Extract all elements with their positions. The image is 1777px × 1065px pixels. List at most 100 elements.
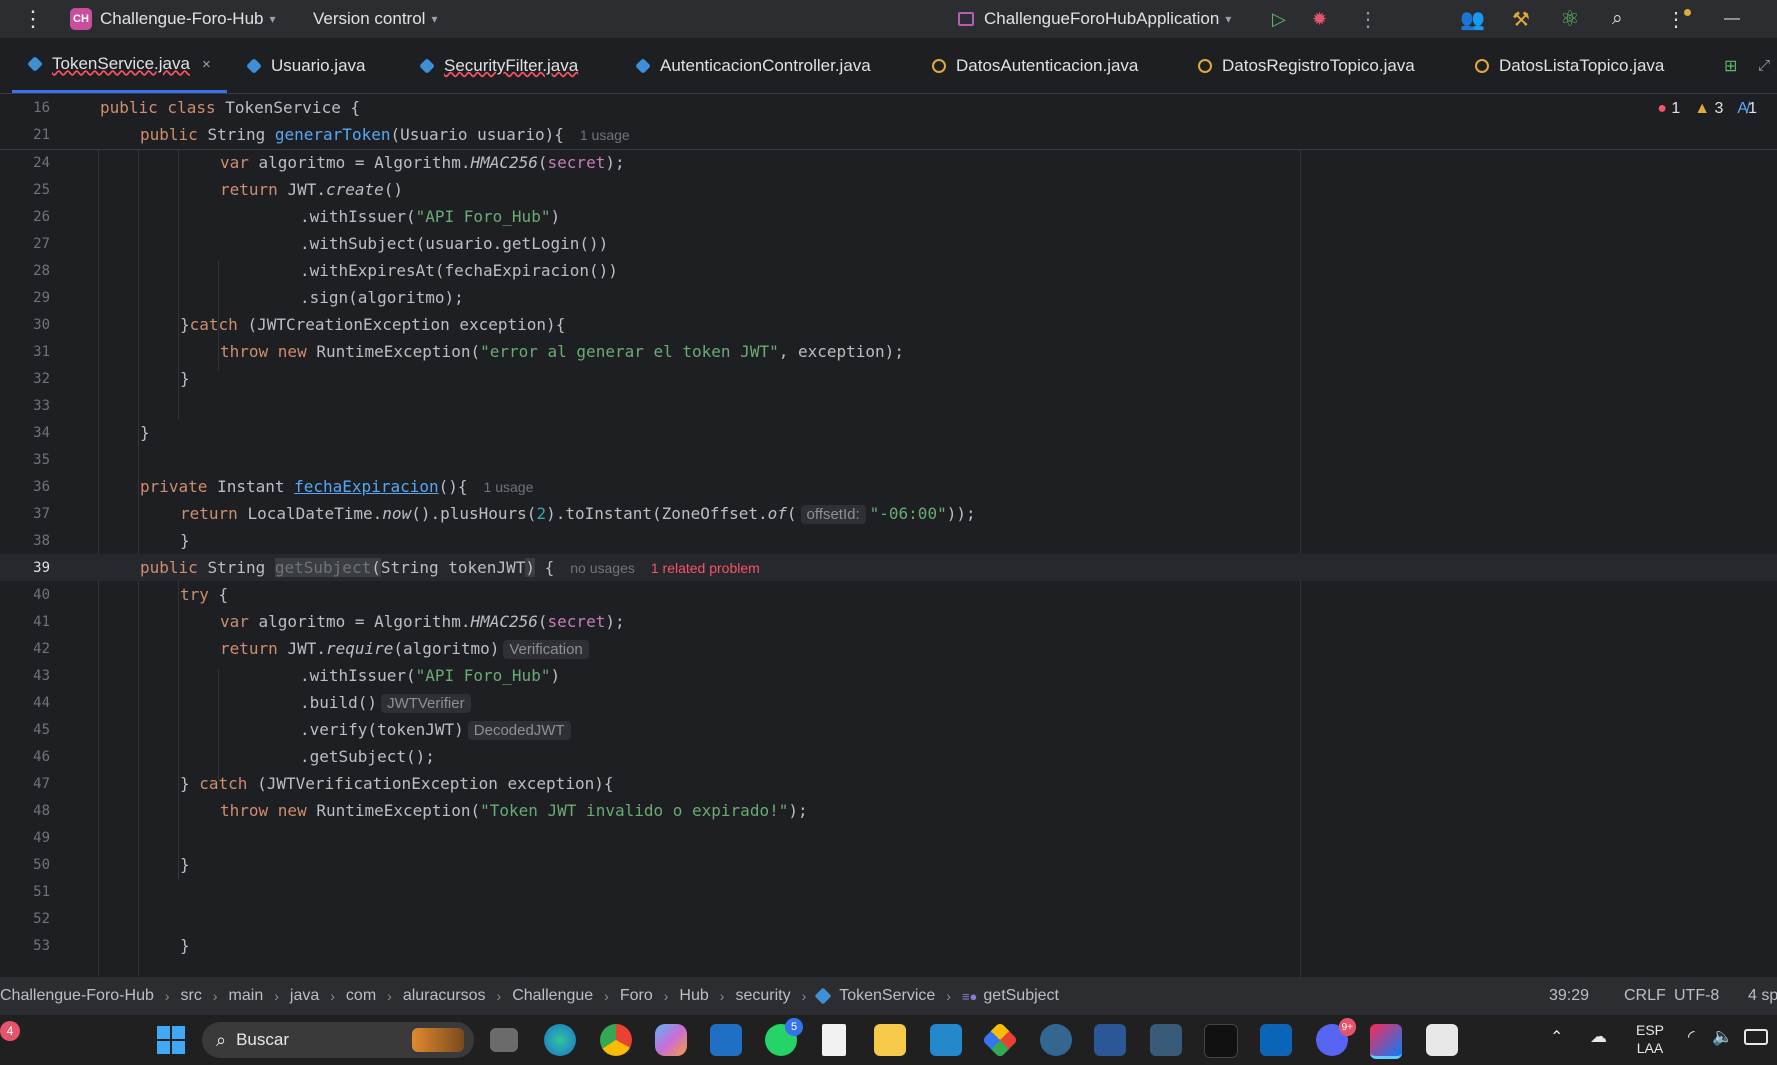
code-line[interactable]: 26 .withIssuer("API Foro_Hub") (0, 203, 1777, 230)
code-line[interactable]: 38} (0, 527, 1777, 554)
breadcrumb-item[interactable]: security (735, 987, 790, 1005)
current-line[interactable]: 39 public String getSubject(String tokenJ… (0, 554, 1777, 581)
run-button[interactable]: ▷ (1272, 0, 1286, 38)
code-line[interactable]: 43 .withIssuer("API Foro_Hub") (0, 662, 1777, 689)
sticky-line[interactable]: 21 public String generarToken(Usuario us… (0, 121, 1777, 148)
inspection-widget[interactable]: ● 1 ▲ 3 A̸1 (1657, 100, 1757, 118)
code-line[interactable]: 44 .build() JWTVerifier (0, 689, 1777, 716)
wifi-icon[interactable]: ◜ (1688, 1027, 1695, 1047)
breadcrumb-item[interactable]: Foro (620, 987, 653, 1005)
code-line[interactable]: 30}catch (JWTCreationException exception… (0, 311, 1777, 338)
breadcrumb-item[interactable]: TokenService (839, 987, 935, 1005)
code-line[interactable]: 46 .getSubject(); (0, 743, 1777, 770)
code-line[interactable]: 31 throw new RuntimeException("error al g… (0, 338, 1777, 365)
settings-button[interactable]: ⋮ (1666, 0, 1691, 38)
code-line[interactable]: 48 throw new RuntimeException("Token JWT … (0, 797, 1777, 824)
breadcrumb-item[interactable]: Challengue (512, 987, 593, 1005)
debug-button[interactable]: ✹ (1312, 0, 1327, 38)
taskbar-search[interactable]: ⌕ Buscar (202, 1022, 474, 1058)
code-with-me-button[interactable]: 👥 (1460, 0, 1485, 38)
usage-hint[interactable]: 1 usage (580, 127, 630, 143)
code-line[interactable]: 45 .verify(tokenJWT) DecodedJWT (0, 716, 1777, 743)
code-line[interactable]: 51 (0, 878, 1777, 905)
git-client-icon[interactable] (981, 1021, 1019, 1059)
code-line[interactable]: 53} (0, 932, 1777, 959)
edge-icon[interactable] (544, 1024, 576, 1056)
store-icon[interactable] (710, 1024, 742, 1056)
run-config-selector[interactable]: ChallengueForoHubApplication ▾ (958, 0, 1231, 38)
mysql-workbench-icon[interactable] (1150, 1024, 1182, 1056)
code-line[interactable]: 35 (0, 446, 1777, 473)
maximize-editor-button[interactable]: ⤢ (1758, 38, 1770, 93)
task-view-icon[interactable] (490, 1028, 518, 1052)
line-separator[interactable]: CRLF (1624, 987, 1666, 1005)
breadcrumb-item[interactable]: src (181, 987, 202, 1005)
code-line[interactable]: 27 .withSubject(usuario.getLogin()) (0, 230, 1777, 257)
code-line[interactable]: 34} (0, 419, 1777, 446)
code-line[interactable]: 37 return LocalDateTime.now().plusHours(2… (0, 500, 1777, 527)
code-line[interactable]: 29 .sign(algoritmo); (0, 284, 1777, 311)
postgres-icon[interactable] (1040, 1024, 1072, 1056)
battery-icon[interactable] (1744, 1029, 1768, 1045)
usage-hint[interactable]: no usages (570, 560, 635, 576)
ai-assistant-button[interactable]: ⚛ (1560, 0, 1580, 38)
word-icon[interactable] (1094, 1024, 1126, 1056)
tab-actions-button[interactable]: ⊞ (1724, 38, 1737, 93)
widgets-badge[interactable]: 4 (0, 1021, 20, 1041)
code-line[interactable]: 41 var algoritmo = Algorithm.HMAC256(secr… (0, 608, 1777, 635)
chevron-up-icon[interactable]: ⌃ (1550, 1027, 1563, 1047)
breadcrumb-item[interactable]: aluracursos (403, 987, 486, 1005)
more-actions-button[interactable]: ⋮ (1358, 0, 1378, 38)
vcs-selector[interactable]: Version control ▾ (313, 0, 437, 38)
tab-securityfilter[interactable]: SecurityFilter.java (419, 38, 578, 93)
tab-datosautenticacion[interactable]: DatosAutenticacion.java (932, 38, 1138, 93)
breadcrumb-item[interactable]: Hub (679, 987, 708, 1005)
usage-hint[interactable]: 1 usage (484, 479, 534, 495)
file-explorer-icon[interactable] (874, 1024, 906, 1056)
tab-datosregistrotopico[interactable]: DatosRegistroTopico.java (1198, 38, 1415, 93)
notepad-icon[interactable] (822, 1024, 846, 1056)
volume-icon[interactable]: 🔈 (1712, 1027, 1733, 1047)
code-line[interactable]: 49 (0, 824, 1777, 851)
mysql-icon[interactable] (1204, 1024, 1238, 1058)
breadcrumb-item[interactable]: getSubject (983, 987, 1059, 1005)
code-line[interactable]: 40 try { (0, 581, 1777, 608)
tab-datoslistatopico[interactable]: DatosListaTopico.java (1475, 38, 1664, 93)
breadcrumb-item[interactable]: java (290, 987, 319, 1005)
outlook-icon[interactable] (1260, 1024, 1292, 1056)
search-everywhere-button[interactable]: ⌕ (1612, 0, 1623, 38)
vscode-icon[interactable] (930, 1024, 962, 1056)
main-menu-button[interactable]: ⋮ (22, 0, 44, 38)
tab-usuario[interactable]: Usuario.java (246, 38, 366, 93)
copilot-icon[interactable] (655, 1024, 687, 1056)
code-editor[interactable]: 16 public class TokenService { ● 1 ▲ 3 A… (0, 94, 1777, 977)
project-selector[interactable]: CH Challengue-Foro-Hub ▾ (70, 0, 276, 38)
breadcrumb-item[interactable]: com (346, 987, 376, 1005)
snipping-tool-icon[interactable] (1426, 1024, 1458, 1056)
breadcrumb-item[interactable]: Challengue-Foro-Hub (0, 987, 154, 1005)
code-line[interactable]: 25 return JWT.create() (0, 176, 1777, 203)
code-line[interactable]: 32} (0, 365, 1777, 392)
chrome-icon[interactable] (600, 1024, 632, 1056)
tab-autenticacioncontroller[interactable]: AutenticacionController.java (635, 38, 871, 93)
code-line[interactable]: 28 .withExpiresAt(fechaExpiracion()) (0, 257, 1777, 284)
intellij-icon[interactable] (1370, 1024, 1402, 1059)
tab-tokenservice[interactable]: TokenService.java × (12, 38, 227, 93)
onedrive-icon[interactable]: ☁ (1590, 1027, 1607, 1047)
code-line[interactable]: 36 private Instant fechaExpiracion(){1 us… (0, 473, 1777, 500)
breadcrumb-item[interactable]: main (229, 987, 264, 1005)
windows-start-icon[interactable] (155, 1024, 187, 1056)
indent-setting[interactable]: 4 sp (1748, 987, 1777, 1005)
file-encoding[interactable]: UTF-8 (1674, 987, 1719, 1005)
language-indicator[interactable]: ESP LAA (1636, 1021, 1664, 1057)
code-line[interactable]: 33 (0, 392, 1777, 419)
build-tools-button[interactable]: ⚒ (1512, 0, 1530, 38)
code-line[interactable]: 24 var algoritmo = Algorithm.HMAC256(secr… (0, 149, 1777, 176)
code-line[interactable]: 42 return JWT.require(algoritmo) Verificat… (0, 635, 1777, 662)
code-line[interactable]: 52 (0, 905, 1777, 932)
caret-position[interactable]: 39:29 (1549, 987, 1589, 1005)
discord-icon[interactable]: 9+ (1316, 1018, 1356, 1056)
close-icon[interactable]: × (202, 56, 211, 73)
related-problem-link[interactable]: 1 related problem (651, 560, 760, 576)
sticky-line[interactable]: 16 public class TokenService { ● 1 ▲ 3 A… (0, 94, 1777, 121)
